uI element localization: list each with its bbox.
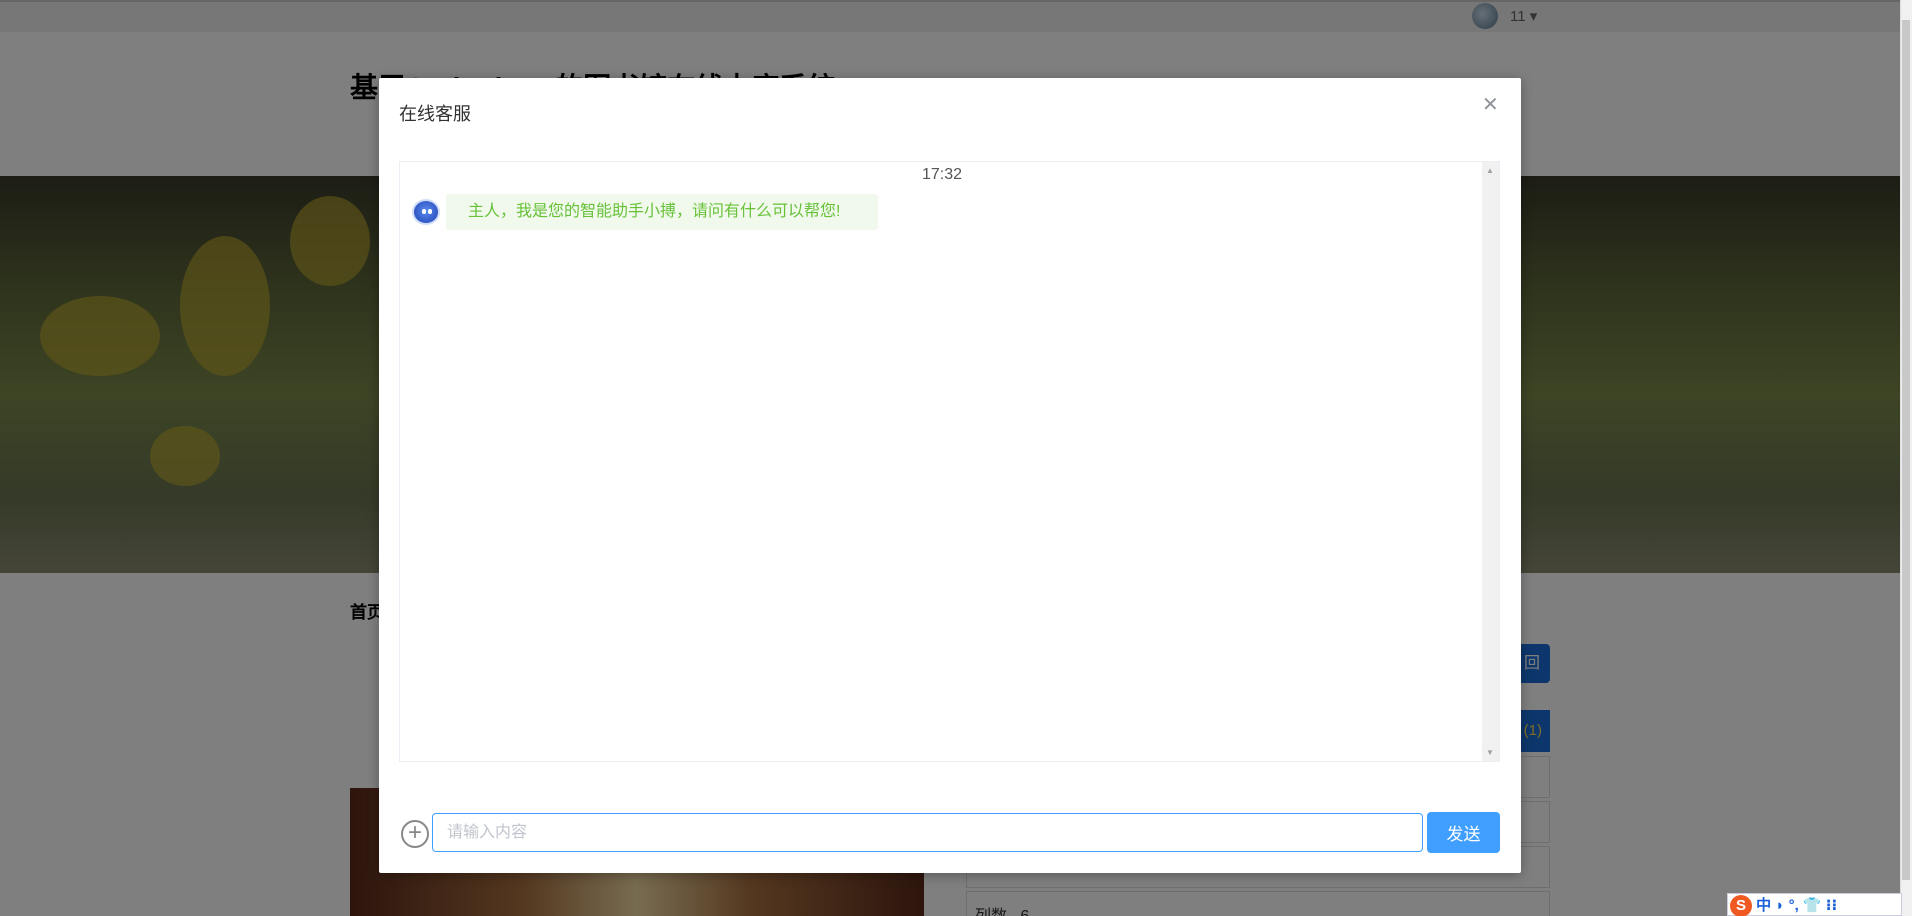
bot-message: 主人，我是您的智能助手小搏，请问有什么可以帮您! — [446, 194, 878, 230]
chat-scrollbar[interactable]: ▲ ▼ — [1482, 162, 1499, 761]
page-scrollbar-thumb[interactable] — [1902, 20, 1910, 880]
scroll-down-icon[interactable]: ▼ — [1486, 748, 1494, 757]
robot-icon — [412, 199, 440, 225]
chat-messages: 17:32 主人，我是您的智能助手小搏，请问有什么可以帮您! ▲ ▼ — [399, 161, 1500, 762]
close-icon[interactable]: ✕ — [1482, 92, 1499, 117]
ime-tools[interactable]: ◗ °, 👕 ⁝⁝ — [1775, 897, 1837, 914]
ime-toolbar[interactable]: S 中 ◗ °, 👕 ⁝⁝ — [1727, 893, 1902, 916]
message-input[interactable] — [432, 813, 1423, 852]
chat-dialog: 在线客服 ✕ 17:32 主人，我是您的智能助手小搏，请问有什么可以帮您! ▲ … — [379, 78, 1521, 873]
plus-circle-icon[interactable]: + — [401, 820, 429, 848]
dialog-title: 在线客服 — [399, 104, 471, 124]
scroll-up-icon[interactable]: ▲ — [1486, 166, 1494, 175]
chat-timestamp: 17:32 — [921, 166, 963, 183]
ime-mode[interactable]: 中 — [1756, 897, 1771, 914]
sogou-logo: S — [1730, 895, 1752, 916]
send-button[interactable]: 发送 — [1427, 812, 1500, 853]
